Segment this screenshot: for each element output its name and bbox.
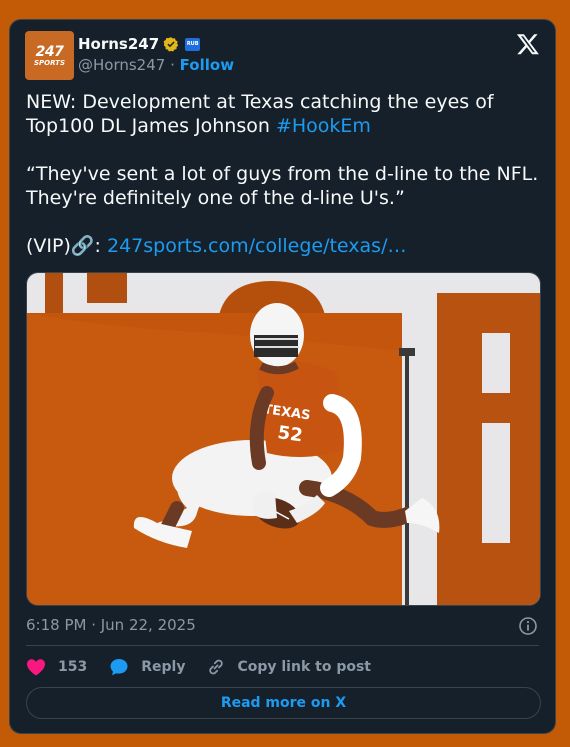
author-handle[interactable]: @Horns247 [78, 56, 165, 74]
avatar[interactable]: 247 SPORTS [25, 31, 74, 80]
heart-icon [26, 659, 46, 676]
copy-link-label: Copy link to post [237, 659, 371, 675]
avatar-logo-text: 247 [35, 43, 64, 60]
embedded-post-card: 247 SPORTS Horns247 RUB @Horns247 · Foll… [9, 19, 556, 734]
link-icon [209, 659, 224, 675]
post-text-line1: NEW: Development at Texas catching the e… [26, 90, 541, 138]
author-name-row: Horns247 RUB [78, 35, 201, 53]
post-quote: “They've sent a lot of guys from the d-l… [26, 163, 539, 209]
like-button[interactable]: 153 [26, 658, 87, 676]
reply-label: Reply [141, 659, 186, 675]
reply-bubble-icon [110, 659, 128, 676]
post-media-image[interactable]: TEXAS 52 [26, 272, 541, 606]
article-link[interactable]: 247sports.com/college/texas/… [107, 235, 407, 257]
copy-link-button[interactable]: Copy link to post [207, 658, 371, 676]
post-headline: NEW: Development at Texas catching the e… [26, 91, 494, 137]
post-actions: 153 Reply Copy link to post [26, 656, 393, 678]
read-more-button[interactable]: Read more on X [26, 687, 541, 719]
post-timestamp[interactable]: 6:18 PM · Jun 22, 2025 [26, 616, 196, 634]
reply-button[interactable]: Reply [109, 657, 185, 677]
affiliate-badge-icon: RUB [185, 37, 201, 51]
post-link-line: (VIP)🔗: 247sports.com/college/texas/… [26, 234, 541, 258]
hashtag-link[interactable]: #HookEm [276, 115, 371, 137]
follow-link[interactable]: Follow [180, 56, 234, 74]
info-icon[interactable] [518, 616, 538, 636]
post-text: NEW: Development at Texas catching the e… [26, 90, 541, 258]
football-player-photo: TEXAS 52 [27, 273, 540, 605]
jersey-number: 52 [276, 422, 304, 446]
vip-prefix: (VIP)🔗: [26, 235, 107, 257]
author-name[interactable]: Horns247 [78, 35, 159, 53]
divider [26, 645, 539, 646]
handle-separator: · [170, 56, 175, 74]
verified-badge-icon [163, 37, 179, 52]
x-logo-icon[interactable] [516, 32, 540, 56]
avatar-logo-subtext: SPORTS [33, 58, 65, 67]
like-count: 153 [58, 659, 88, 675]
author-handle-row: @Horns247 · Follow [78, 56, 234, 74]
